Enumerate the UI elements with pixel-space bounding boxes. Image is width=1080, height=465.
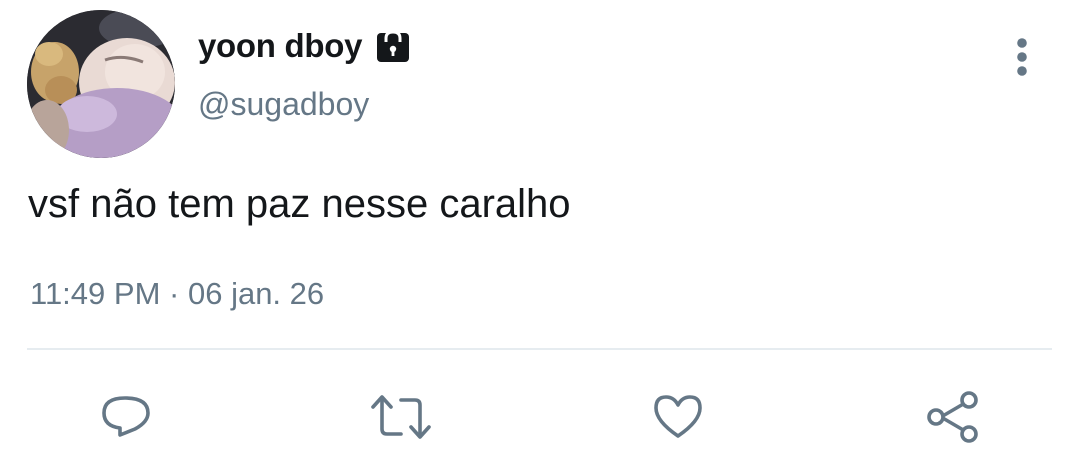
display-name[interactable]: yoon dboy (198, 27, 362, 65)
meta-separator: · (169, 276, 180, 311)
share-button[interactable] (921, 385, 985, 449)
more-vertical-icon (1016, 37, 1028, 82)
heart-icon (650, 389, 706, 445)
retweet-button[interactable] (369, 385, 433, 449)
user-name-row: yoon dboy (198, 24, 410, 68)
share-icon (924, 388, 982, 446)
tweet-date: 06 jan. 26 (187, 276, 325, 311)
reply-icon (98, 389, 154, 445)
like-button[interactable] (646, 385, 710, 449)
more-options-button[interactable] (1000, 35, 1044, 83)
tweet-time: 11:49 PM (30, 276, 161, 311)
lock-icon (376, 29, 410, 63)
avatar[interactable] (27, 10, 175, 158)
retweet-icon (369, 389, 433, 445)
reply-button[interactable] (94, 385, 158, 449)
user-handle[interactable]: @sugadboy (198, 86, 369, 123)
tweet-text: vsf não tem paz nesse caralho (28, 182, 571, 226)
tweet-timestamp[interactable]: 11:49 PM · 06 jan. 26 (30, 276, 324, 312)
divider (27, 348, 1052, 350)
